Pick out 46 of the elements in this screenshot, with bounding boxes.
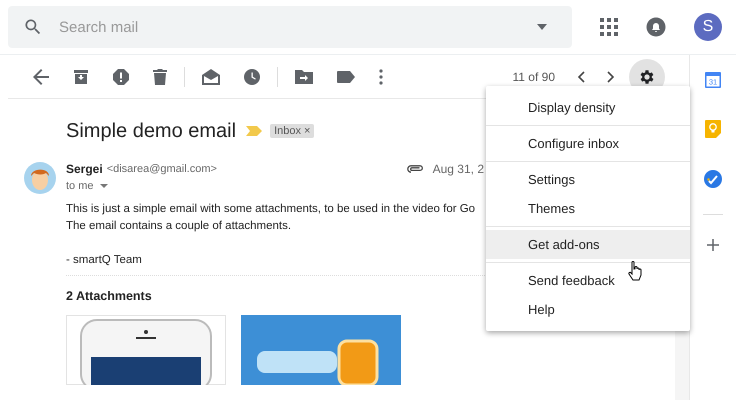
move-to-folder-icon[interactable] (295, 70, 313, 84)
email-body-text: This is just a simple email with some attachments, to be used in the video for Go (66, 202, 476, 217)
menu-item[interactable]: Help (486, 295, 690, 324)
checkmark-circle-icon[interactable] (704, 170, 722, 188)
email-body-text: - smartQ Team (66, 253, 142, 268)
menu-item[interactable]: Send feedback (486, 266, 690, 295)
dropdown-caret-icon[interactable] (100, 184, 108, 188)
remove-label-icon[interactable]: × (304, 125, 310, 137)
sender-name: Sergei (66, 162, 103, 176)
more-options-icon[interactable] (379, 68, 383, 84)
hand-pointer-icon (628, 261, 642, 281)
search-field[interactable]: Search mail (57, 18, 536, 36)
spam-icon[interactable] (113, 68, 129, 84)
phone-photo-placeholder[interactable] (66, 315, 226, 385)
sender-avatar-drawing (24, 162, 56, 194)
next-chevron-icon[interactable] (607, 70, 615, 82)
notification-bell-icon[interactable] (646, 17, 666, 37)
archive-icon[interactable] (73, 68, 89, 84)
clock-icon[interactable] (244, 68, 260, 84)
back-arrow-icon[interactable] (33, 68, 49, 84)
account-avatar[interactable]: S (694, 13, 722, 41)
settings-icon (638, 68, 656, 86)
importance-marker-icon[interactable] (246, 126, 262, 136)
email-body-text: The email contains a couple of attachments. (66, 219, 292, 234)
envelope-icon[interactable] (202, 68, 220, 84)
recipient-text: to me (66, 180, 94, 192)
logo-photo-placeholder[interactable] (241, 315, 401, 385)
search-icon (23, 17, 43, 37)
menu-item[interactable]: Settings (486, 165, 690, 194)
menu-item[interactable]: Display density (486, 93, 690, 122)
pager-count: 11 of 90 (512, 70, 555, 84)
menu-item[interactable]: Themes (486, 194, 690, 223)
menu-item[interactable]: Get add-ons (486, 230, 690, 259)
attachments-heading: 2 Attachments (66, 289, 153, 303)
inbox-label-chip: Inbox × (270, 124, 314, 138)
menu-item[interactable]: Configure inbox (486, 129, 690, 158)
email-subject: Simple demo email (66, 120, 236, 142)
apps-grid-icon[interactable] (600, 18, 618, 36)
label-tag-icon[interactable] (337, 70, 355, 82)
email-date: Aug 31, 2 (432, 162, 484, 176)
previous-chevron-icon[interactable] (577, 70, 585, 82)
dropdown-caret-icon[interactable] (536, 24, 548, 30)
search-bar[interactable]: Search mail (8, 6, 572, 48)
add-plus-icon[interactable] (707, 239, 719, 251)
trash-icon[interactable] (153, 68, 167, 84)
sender-email: <disarea@gmail.com> (106, 163, 217, 175)
